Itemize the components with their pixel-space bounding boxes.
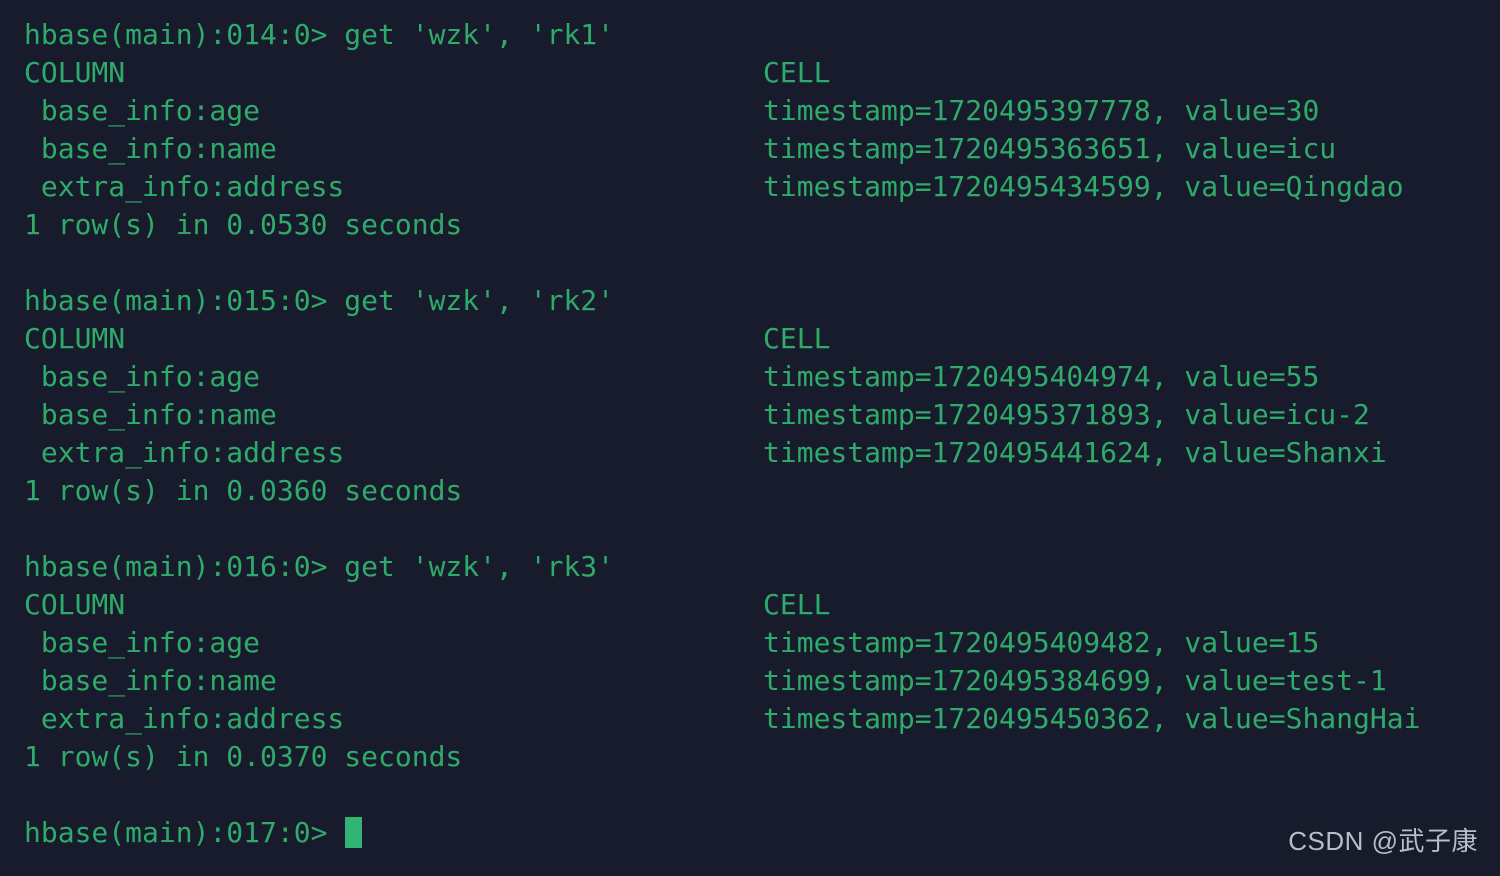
column-header: COLUMN	[24, 588, 126, 621]
column-name: extra_info:address	[24, 170, 345, 203]
result-header-row: COLUMN CELL	[24, 586, 1500, 624]
result-footer: 1 row(s) in 0.0370 seconds	[24, 738, 1500, 776]
result-header-row: COLUMN CELL	[24, 320, 1500, 358]
row-count-status: 1 row(s) in 0.0360 seconds	[24, 474, 463, 507]
terminal-screen: hbase(main):014:0> get 'wzk', 'rk1' COLU…	[24, 16, 1500, 852]
cell-value: timestamp=1720495441624, value=Shanxi	[763, 436, 1387, 469]
column-header: COLUMN	[24, 56, 126, 89]
cell-value: timestamp=1720495384699, value=test-1	[763, 664, 1387, 697]
result-row: base_info:name timestamp=1720495363651, …	[24, 130, 1500, 168]
active-prompt: hbase(main):017:0>	[24, 814, 363, 852]
column-name: base_info:name	[24, 132, 277, 165]
active-prompt-text: hbase(main):017:0>	[24, 816, 345, 849]
command-prompt-line: hbase(main):016:0> get 'wzk', 'rk3'	[24, 548, 1500, 586]
active-prompt-line[interactable]: hbase(main):017:0>	[24, 814, 1500, 852]
command-prompt-line: hbase(main):014:0> get 'wzk', 'rk1'	[24, 16, 1500, 54]
column-name: base_info:name	[24, 398, 277, 431]
result-row: base_info:age timestamp=1720495404974, v…	[24, 358, 1500, 396]
result-row: base_info:age timestamp=1720495397778, v…	[24, 92, 1500, 130]
command-text: hbase(main):016:0> get 'wzk', 'rk3'	[24, 550, 615, 583]
column-name: extra_info:address	[24, 702, 345, 735]
result-footer: 1 row(s) in 0.0360 seconds	[24, 472, 1500, 510]
csdn-watermark: CSDN @武子康	[1288, 826, 1478, 856]
cell-header: CELL	[763, 56, 831, 89]
column-name: extra_info:address	[24, 436, 345, 469]
command-text: hbase(main):015:0> get 'wzk', 'rk2'	[24, 284, 615, 317]
column-name: base_info:age	[24, 94, 261, 127]
row-count-status: 1 row(s) in 0.0530 seconds	[24, 208, 463, 241]
column-name: base_info:age	[24, 626, 261, 659]
cell-value: timestamp=1720495363651, value=icu	[763, 132, 1337, 165]
cell-value: timestamp=1720495397778, value=30	[763, 94, 1320, 127]
result-header-row: COLUMN CELL	[24, 54, 1500, 92]
cell-value: timestamp=1720495409482, value=15	[763, 626, 1320, 659]
cell-value: timestamp=1720495404974, value=55	[763, 360, 1320, 393]
cell-value: timestamp=1720495434599, value=Qingdao	[763, 170, 1404, 203]
text-cursor[interactable]	[345, 817, 363, 848]
row-count-status: 1 row(s) in 0.0370 seconds	[24, 740, 463, 773]
cell-value: timestamp=1720495450362, value=ShangHai	[763, 702, 1421, 735]
result-row: extra_info:address timestamp=17204954345…	[24, 168, 1500, 206]
result-footer: 1 row(s) in 0.0530 seconds	[24, 206, 1500, 244]
terminal-window[interactable]: hbase(main):014:0> get 'wzk', 'rk1' COLU…	[0, 0, 1500, 876]
result-row: base_info:age timestamp=1720495409482, v…	[24, 624, 1500, 662]
command-prompt-line: hbase(main):015:0> get 'wzk', 'rk2'	[24, 282, 1500, 320]
result-row: extra_info:address timestamp=17204954416…	[24, 434, 1500, 472]
column-name: base_info:age	[24, 360, 261, 393]
command-text: hbase(main):014:0> get 'wzk', 'rk1'	[24, 18, 615, 51]
column-header: COLUMN	[24, 322, 126, 355]
cell-header: CELL	[763, 588, 831, 621]
result-row: base_info:name timestamp=1720495371893, …	[24, 396, 1500, 434]
column-name: base_info:name	[24, 664, 277, 697]
result-row: extra_info:address timestamp=17204954503…	[24, 700, 1500, 738]
result-row: base_info:name timestamp=1720495384699, …	[24, 662, 1500, 700]
cell-value: timestamp=1720495371893, value=icu-2	[763, 398, 1370, 431]
cell-header: CELL	[763, 322, 831, 355]
